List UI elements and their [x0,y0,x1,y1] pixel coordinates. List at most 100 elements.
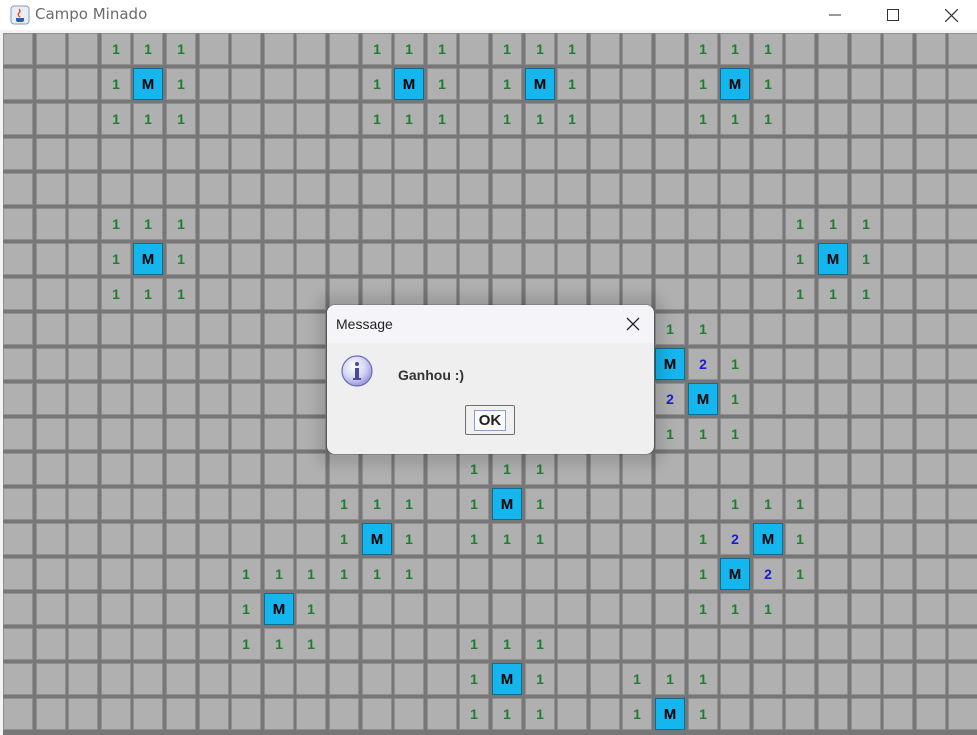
empty-cell[interactable] [948,68,977,100]
empty-cell[interactable] [916,488,946,520]
empty-cell[interactable] [36,418,66,450]
number-cell[interactable]: 1 [133,278,163,310]
number-cell[interactable]: 1 [394,103,424,135]
empty-cell[interactable] [883,488,913,520]
empty-cell[interactable] [101,628,131,660]
empty-cell[interactable] [557,628,587,660]
empty-cell[interactable] [916,243,946,275]
empty-cell[interactable] [883,558,913,590]
empty-cell[interactable] [133,628,163,660]
empty-cell[interactable] [329,208,359,240]
empty-cell[interactable] [296,33,326,65]
empty-cell[interactable] [590,628,620,660]
number-cell[interactable]: 1 [688,418,718,450]
empty-cell[interactable] [753,663,783,695]
empty-cell[interactable] [818,173,848,205]
empty-cell[interactable] [133,558,163,590]
empty-cell[interactable] [818,68,848,100]
empty-cell[interactable] [655,33,685,65]
empty-cell[interactable] [329,33,359,65]
empty-cell[interactable] [948,138,977,170]
empty-cell[interactable] [3,418,33,450]
empty-cell[interactable] [36,453,66,485]
empty-cell[interactable] [948,593,977,625]
empty-cell[interactable] [655,173,685,205]
number-cell[interactable]: 1 [492,698,522,730]
empty-cell[interactable] [36,523,66,555]
number-cell[interactable]: 1 [753,103,783,135]
empty-cell[interactable] [753,383,783,415]
empty-cell[interactable] [525,208,555,240]
empty-cell[interactable] [394,173,424,205]
empty-cell[interactable] [231,243,261,275]
empty-cell[interactable] [101,523,131,555]
empty-cell[interactable] [720,278,750,310]
empty-cell[interactable] [916,558,946,590]
empty-cell[interactable] [753,698,783,730]
number-cell[interactable]: 1 [264,558,294,590]
empty-cell[interactable] [68,33,98,65]
empty-cell[interactable] [264,663,294,695]
empty-cell[interactable] [851,698,881,730]
number-cell[interactable]: 1 [688,313,718,345]
empty-cell[interactable] [590,138,620,170]
empty-cell[interactable] [883,663,913,695]
number-cell[interactable]: 1 [101,103,131,135]
empty-cell[interactable] [362,628,392,660]
empty-cell[interactable] [557,593,587,625]
empty-cell[interactable] [264,103,294,135]
empty-cell[interactable] [818,348,848,380]
empty-cell[interactable] [101,453,131,485]
empty-cell[interactable] [557,173,587,205]
empty-cell[interactable] [883,68,913,100]
empty-cell[interactable] [133,383,163,415]
empty-cell[interactable] [329,138,359,170]
empty-cell[interactable] [36,278,66,310]
number-cell[interactable]: 1 [753,68,783,100]
number-cell[interactable]: 1 [166,103,196,135]
empty-cell[interactable] [785,663,815,695]
empty-cell[interactable] [916,138,946,170]
empty-cell[interactable] [329,103,359,135]
empty-cell[interactable] [655,488,685,520]
mine-cell[interactable]: M [753,523,783,555]
empty-cell[interactable] [231,173,261,205]
empty-cell[interactable] [68,593,98,625]
empty-cell[interactable] [36,593,66,625]
empty-cell[interactable] [231,33,261,65]
number-cell[interactable]: 2 [720,523,750,555]
empty-cell[interactable] [264,348,294,380]
empty-cell[interactable] [264,33,294,65]
empty-cell[interactable] [199,313,229,345]
number-cell[interactable]: 1 [525,103,555,135]
empty-cell[interactable] [851,418,881,450]
empty-cell[interactable] [851,383,881,415]
number-cell[interactable]: 1 [557,33,587,65]
empty-cell[interactable] [557,698,587,730]
empty-cell[interactable] [883,103,913,135]
number-cell[interactable]: 1 [101,243,131,275]
empty-cell[interactable] [427,138,457,170]
number-cell[interactable]: 1 [818,208,848,240]
empty-cell[interactable] [622,208,652,240]
empty-cell[interactable] [720,138,750,170]
empty-cell[interactable] [68,313,98,345]
empty-cell[interactable] [199,698,229,730]
number-cell[interactable]: 1 [296,593,326,625]
empty-cell[interactable] [36,243,66,275]
empty-cell[interactable] [590,243,620,275]
empty-cell[interactable] [362,243,392,275]
empty-cell[interactable] [622,243,652,275]
empty-cell[interactable] [622,68,652,100]
empty-cell[interactable] [655,628,685,660]
empty-cell[interactable] [264,243,294,275]
mine-cell[interactable]: M [133,68,163,100]
empty-cell[interactable] [622,558,652,590]
empty-cell[interactable] [101,173,131,205]
empty-cell[interactable] [851,488,881,520]
empty-cell[interactable] [557,138,587,170]
empty-cell[interactable] [590,593,620,625]
number-cell[interactable]: 1 [525,663,555,695]
empty-cell[interactable] [883,33,913,65]
number-cell[interactable]: 1 [720,488,750,520]
